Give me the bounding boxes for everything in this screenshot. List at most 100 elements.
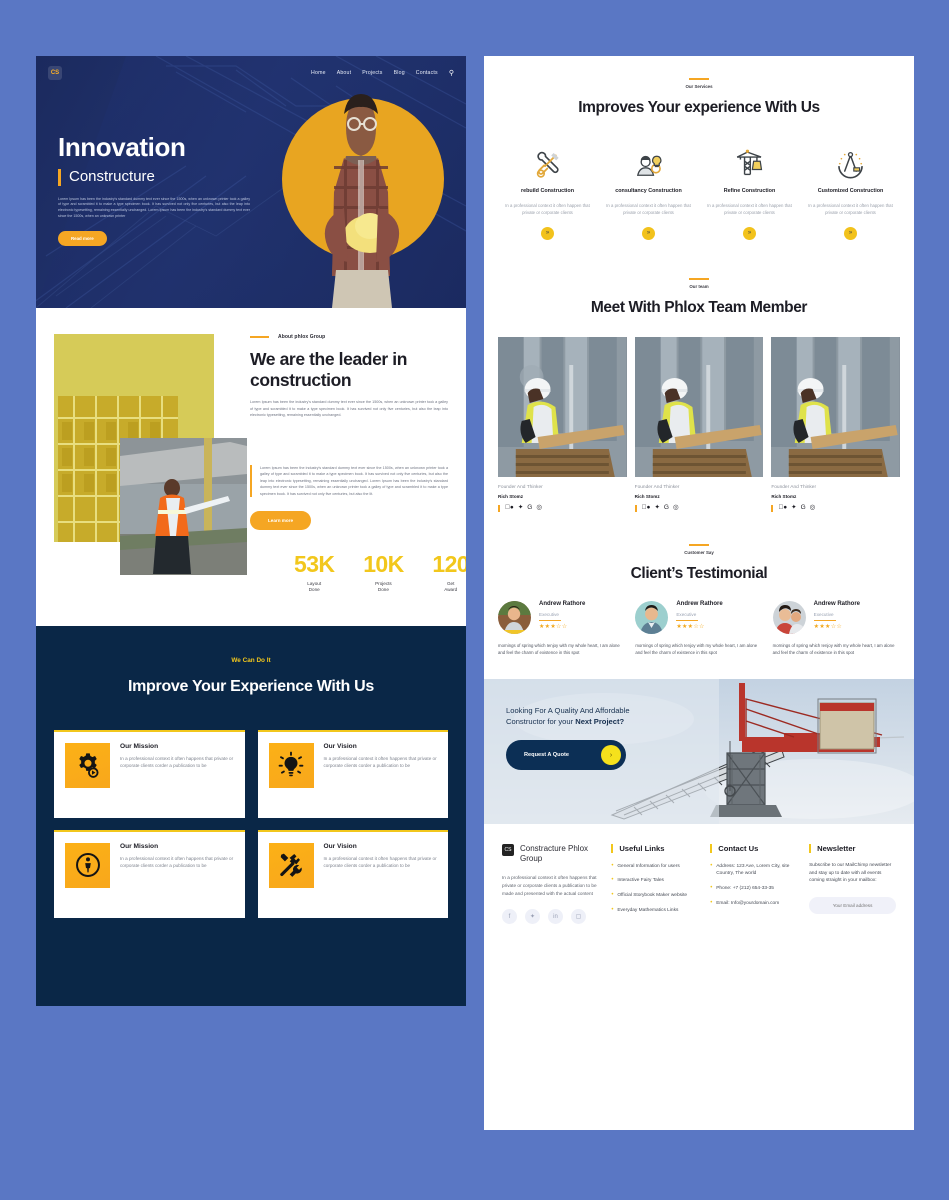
team-member-role: Founder And Thinker — [771, 485, 817, 491]
facebook-icon[interactable]: ● — [778, 505, 787, 512]
hammer-wrench-icon — [268, 842, 314, 888]
testimonial-name: Andrew Rathore — [539, 601, 586, 608]
improve-card-text: In a professional context it often happe… — [120, 855, 234, 868]
divider — [539, 619, 561, 622]
improve-section: We Can Do It Improve Your Experience Wit… — [36, 626, 466, 1006]
site-logo[interactable]: CS — [48, 66, 62, 80]
footer-contact-phone[interactable]: Phone: +7 (212) 654-33-35 — [710, 884, 797, 893]
testimonial-card: Andrew Rathore Executive ★★★☆☆ mornings … — [498, 601, 625, 656]
team-grid: Founder And Thinker Rich Stomz ● ✦ G ◎ — [498, 337, 900, 512]
footer-link[interactable]: Interactive Fairy Tales — [611, 876, 698, 885]
footer-newsletter-text: Subscribe to our MailChimp newsletter an… — [809, 862, 892, 884]
twitter-icon[interactable]: ✦ — [654, 505, 659, 512]
search-icon[interactable]: ⚲ — [449, 70, 454, 77]
improve-card[interactable]: Our Vision In a professional context it … — [257, 729, 448, 818]
stat-item: 53K Layout Done — [294, 553, 335, 593]
cta-line1: Looking For A Quality And Affordable — [506, 705, 630, 715]
divider — [813, 619, 836, 622]
right-page-mockup: Our Services Improves Your experience Wi… — [484, 56, 914, 1130]
pinterest-icon[interactable]: ◎ — [673, 505, 679, 512]
hero-paragraph: Lorem Ipsum has been the industry's stan… — [58, 196, 250, 219]
improve-card[interactable]: Our Mission In a professional context it… — [54, 829, 245, 918]
footer-link[interactable]: Official Storybook Maker website — [611, 891, 698, 900]
about-paragraph: Lorem Ipsum has been the industry's stan… — [250, 400, 448, 418]
twitter-icon[interactable]: ✦ — [791, 505, 796, 512]
service-title: Refine Construction — [723, 188, 776, 195]
footer-newsletter-column: Newsletter Subscribe to our MailChimp ne… — [809, 843, 896, 925]
footer-brand: CS Constracture Phlox Group — [502, 843, 599, 866]
hero-text-block: Innovation Constructure Lorem Ipsum has … — [58, 132, 258, 247]
facebook-icon[interactable]: ● — [505, 505, 514, 512]
improve-card-text: In a professional context it often happe… — [323, 755, 437, 768]
improve-card-grid: Our Mission In a professional context it… — [54, 729, 448, 918]
pinterest-icon[interactable]: ◎ — [810, 505, 816, 512]
testimonial-grid: Andrew Rathore Executive ★★★☆☆ mornings … — [498, 601, 900, 656]
footer-link[interactable]: General Information for users — [611, 862, 698, 871]
team-member-socials: ● ✦ G ◎ — [771, 505, 900, 512]
improve-card[interactable]: Our Vision In a professional context it … — [257, 829, 448, 918]
linkedin-icon[interactable]: in — [548, 909, 563, 925]
learn-more-button[interactable]: Learn more — [250, 511, 312, 531]
team-member-card[interactable]: Founder And Thinker Rich Stomz ● ✦ G ◎ — [771, 337, 900, 512]
improve-card[interactable]: Our Mission In a professional context it… — [54, 729, 245, 818]
footer-contact-title: Contact Us — [710, 843, 797, 853]
service-card[interactable]: consultancy Construction In a profession… — [601, 144, 696, 240]
team-member-name: Rich Stomz — [634, 494, 660, 500]
facebook-icon[interactable]: f — [502, 909, 517, 925]
twitter-icon[interactable]: ✦ — [518, 505, 523, 512]
footer-useful-links-title: Useful Links — [611, 843, 698, 853]
service-arrow-button[interactable]: » — [743, 226, 756, 240]
improve-eyebrow: We Can Do It — [231, 657, 271, 664]
service-title: rebuild Construction — [520, 188, 574, 195]
footer-link[interactable]: Everyday Mathematics Links — [611, 906, 698, 915]
instagram-icon[interactable]: ▢ — [571, 909, 586, 925]
stat-value: 10K — [363, 551, 404, 577]
service-title: consultancy Construction — [615, 188, 682, 195]
left-page-mockup: CS Home About Projects Blog Contacts ⚲ I… — [36, 56, 466, 1006]
service-arrow-button[interactable]: » — [844, 226, 857, 240]
footer-about-text: In a professional context it often happe… — [502, 875, 597, 897]
service-title: Customized Construction — [817, 188, 884, 195]
service-card[interactable]: rebuild Construction In a professional c… — [500, 144, 595, 240]
service-arrow-button[interactable]: » — [642, 226, 655, 240]
service-card[interactable]: Customized Construction In a professiona… — [803, 144, 898, 240]
request-a-quote-button[interactable]: Request A Quote › — [506, 740, 626, 771]
compass-blueprint-icon — [803, 144, 898, 184]
improve-card-title: Our Mission — [120, 742, 159, 750]
team-member-photo — [771, 337, 900, 478]
team-member-card[interactable]: Founder And Thinker Rich Stomz ● ✦ G ◎ — [634, 337, 764, 512]
service-card[interactable]: Refine Construction In a professional co… — [702, 144, 797, 240]
services-heading: Improves Your experience With Us — [578, 99, 820, 116]
testimonial-eyebrow: Customer Say — [498, 543, 900, 555]
about-image-worker — [120, 438, 247, 575]
arrow-right-icon: › — [601, 745, 621, 766]
service-arrow-button[interactable]: » — [541, 226, 554, 240]
twitter-icon[interactable]: ✦ — [525, 909, 540, 925]
improve-heading: Improve Your Experience With Us — [127, 678, 375, 695]
google-icon[interactable]: G — [664, 505, 669, 512]
testimonial-name: Andrew Rathore — [676, 601, 723, 608]
request-quote-label: Request A Quote — [524, 752, 569, 759]
newsletter-email-input[interactable] — [809, 897, 896, 915]
cta-text: Looking For A Quality And Affordable Con… — [506, 705, 706, 728]
footer-useful-links-list: General Information for users Interactiv… — [611, 862, 698, 915]
google-icon[interactable]: G — [527, 505, 532, 512]
cta-line2-bold: Next Project? — [575, 717, 625, 726]
footer-contact-email[interactable]: Email: Info@yourdomain.com — [710, 899, 797, 908]
google-icon[interactable]: G — [801, 505, 806, 512]
improve-card-text: In a professional context it often happe… — [120, 755, 234, 768]
team-member-card[interactable]: Founder And Thinker Rich Stomz ● ✦ G ◎ — [498, 337, 627, 512]
person-info-icon — [65, 842, 110, 888]
pinterest-icon[interactable]: ◎ — [536, 505, 542, 512]
team-member-photo — [634, 337, 764, 478]
read-more-button[interactable]: Read more — [58, 231, 107, 247]
stat-item: 10K Projects Done — [363, 551, 404, 593]
facebook-icon[interactable]: ● — [642, 505, 651, 512]
footer-logo[interactable]: CS — [502, 843, 514, 856]
team-member-socials: ● ✦ G ◎ — [634, 505, 764, 512]
improve-card-title: Our Mission — [120, 842, 159, 850]
testimonial-text: mornings of spring which Ienjoy with my … — [635, 643, 758, 656]
eyebrow-bar — [689, 78, 709, 80]
services-eyebrow-label: Our Services — [685, 84, 713, 89]
eyebrow-bar — [689, 277, 709, 280]
